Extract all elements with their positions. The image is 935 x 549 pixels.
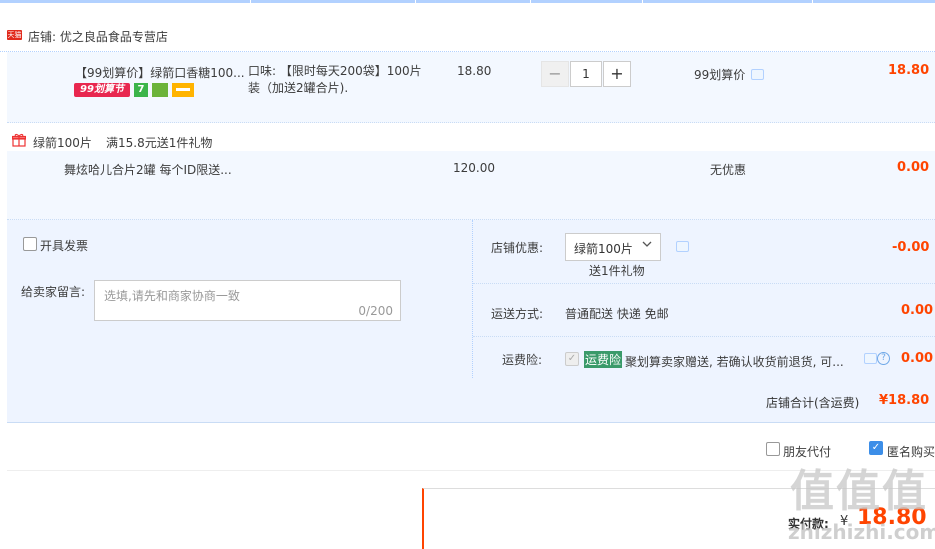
gift-price: 120.00 <box>453 161 495 175</box>
promotion-rule: 满15.8元送1件礼物 <box>106 136 213 150</box>
chat-icon[interactable] <box>676 241 689 252</box>
quantity-minus-button[interactable]: − <box>541 61 569 87</box>
shop-discount-label: 店铺优惠: <box>491 241 544 255</box>
divider <box>472 220 474 378</box>
gift-subtotal: 0.00 <box>897 160 930 175</box>
promotion-title: 绿箭100片 <box>33 136 92 150</box>
message-input[interactable]: 选填,请先和商家协商一致 0/200 <box>94 280 401 321</box>
item-sku: 口味: 【限时每天200袋】100片装（加送2罐合片). <box>248 64 422 95</box>
shop-total-label: 店铺合计(含运费) <box>766 396 860 410</box>
item-promo-label: 99划算价 <box>694 68 746 82</box>
shop-discount-note: 送1件礼物 <box>589 264 645 278</box>
anonymous-checkbox[interactable]: ✓ <box>869 441 883 455</box>
seven-day-return-icon: 7 <box>134 83 148 97</box>
help-icon[interactable]: ? <box>877 352 890 365</box>
item-unit-price: 18.80 <box>457 64 492 78</box>
shipping-amount: 0.00 <box>901 303 934 318</box>
item-title-link[interactable]: 【99划算价】绿箭口香糖100... <box>75 64 245 81</box>
invoice-checkbox[interactable] <box>23 237 37 251</box>
divider <box>473 336 935 337</box>
watermark-logo: 值值值 <box>790 466 928 517</box>
insurance-amount: 0.00 <box>901 351 934 366</box>
item-subtotal: 18.80 <box>888 63 930 78</box>
shipping-label: 运送方式: <box>491 307 544 321</box>
invoice-label: 开具发票 <box>40 239 89 253</box>
gift-title-link[interactable]: 舞炫哈儿合片2罐 每个ID限送... <box>64 161 232 178</box>
quantity-stepper: − 1 + <box>541 61 631 87</box>
quantity-input[interactable]: 1 <box>570 61 602 87</box>
insurance-checkbox: ✓ <box>565 352 579 366</box>
table-header-bar <box>0 0 935 3</box>
tmall-icon: 天猫 <box>7 30 22 40</box>
message-counter: 0/200 <box>358 304 393 318</box>
credit-card-icon <box>172 83 194 97</box>
quantity-plus-button[interactable]: + <box>603 61 631 87</box>
99-festival-badge-icon: 99划算节 <box>74 83 130 97</box>
gift-promo: 无优惠 <box>710 163 747 177</box>
watermark-domain: zhizhizhi.com <box>788 520 935 544</box>
divider <box>473 283 935 284</box>
insurance-label: 运费险: <box>502 353 543 367</box>
message-label: 给卖家留言: <box>21 285 86 299</box>
shop-discount-select[interactable]: 绿箭100片 <box>565 233 661 261</box>
insurance-tag: 运费险 <box>584 351 623 368</box>
insurance-text: 聚划算卖家赠送, 若确认收货前退货, 可... <box>625 355 844 369</box>
shop-discount-amount: -0.00 <box>892 240 930 255</box>
chevron-down-icon <box>641 238 653 253</box>
shop-discount-value: 绿箭100片 <box>574 242 633 256</box>
chat-icon[interactable] <box>864 353 877 364</box>
guarantee-icon <box>152 83 168 97</box>
gift-icon <box>11 133 27 147</box>
chat-icon[interactable] <box>751 69 764 80</box>
shop-total-amount: ¥18.80 <box>879 393 930 408</box>
shop-name-link[interactable]: 店铺: 优之良品食品专营店 <box>28 28 168 45</box>
shipping-method: 普通配送 快递 免邮 <box>565 307 669 321</box>
message-placeholder: 选填,请先和商家协商一致 <box>104 289 240 303</box>
friend-pay-checkbox[interactable] <box>766 442 780 456</box>
